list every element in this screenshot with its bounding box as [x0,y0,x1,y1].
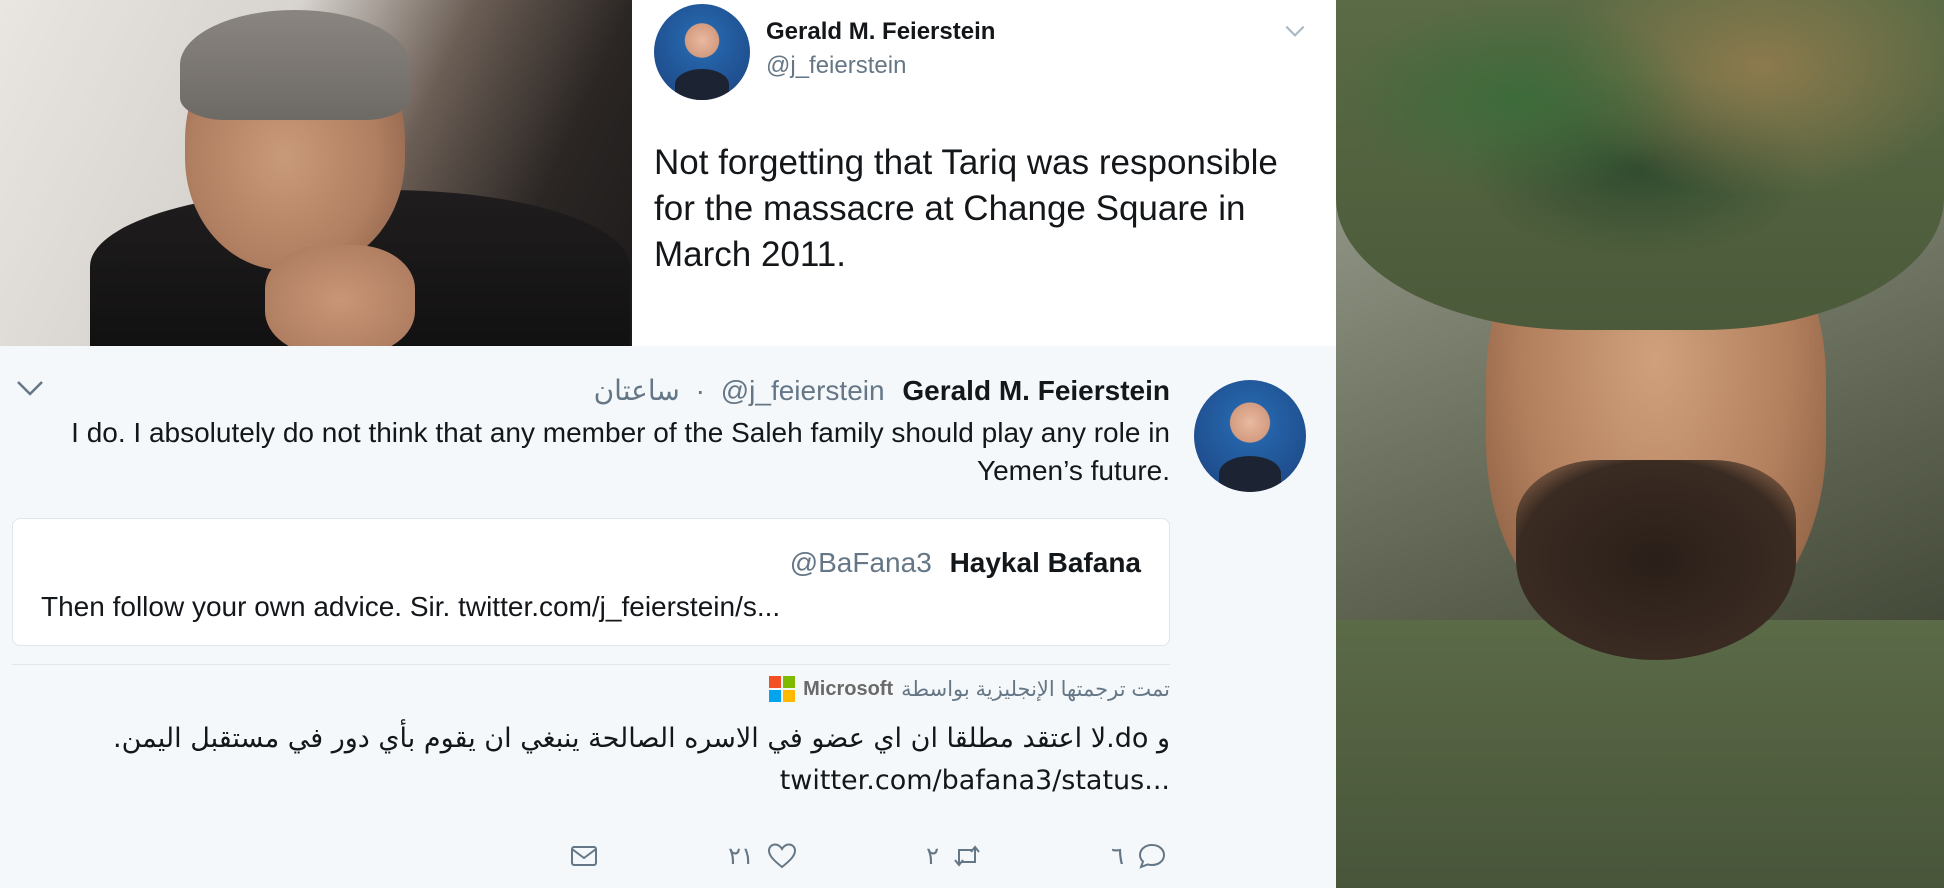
like-icon [767,843,796,869]
quoted-tweet[interactable]: @BaFana3 Haykal Bafana Then follow your … [12,518,1170,646]
microsoft-logo-icon [769,676,796,702]
like-count: ٢١ [728,842,754,870]
reply-button[interactable]: ٦ [1111,840,1168,872]
author-handle[interactable]: @j_feierstein [721,375,885,406]
separator: · [695,375,705,406]
tweet-timestamp[interactable]: ساعتان [594,375,680,406]
chevron-down-icon[interactable] [14,376,46,400]
quoted-author-handle: @BaFana3 [789,547,932,578]
tweet-header: ساعتان · @j_feierstein Gerald M. Feierst… [594,374,1170,408]
tweet-actions: ٢١ ٢ ٦ [568,836,1168,876]
photo-beard [1516,460,1796,660]
quoted-author-name: Haykal Bafana [949,547,1141,578]
tweet-text: Not forgetting that Tariq was responsibl… [654,143,1278,274]
photo-shirt [1336,620,1944,888]
photo-headscarf [1336,0,1944,330]
photo-gerald-feierstein [0,0,632,346]
reply-count: ٦ [1111,842,1124,870]
translation-attribution: Microsoft تمت ترجمتها الإنجليزية بواسطة [769,672,1170,706]
avatar[interactable] [654,4,750,100]
tweet-text: I do. I absolutely do not think that any… [71,417,1170,486]
retweet-count: ٢ [926,842,939,870]
retweet-button[interactable]: ٢ [926,840,983,872]
quoted-tweet-text: Then follow your own advice. Sir. twitte… [41,591,781,622]
message-button[interactable] [568,840,600,872]
translated-by-label: تمت ترجمتها الإنجليزية بواسطة [901,677,1170,701]
photo-hand [265,245,415,346]
photo-hair [180,10,410,120]
avatar[interactable] [1194,380,1306,492]
photo-tariq [1336,0,1944,888]
quoted-tweet-header: @BaFana3 Haykal Bafana [790,547,1141,579]
author-name[interactable]: Gerald M. Feierstein [892,375,1170,406]
reply-icon [1138,843,1165,869]
author-name[interactable]: Gerald M. Feierstein [766,18,995,46]
translator-brand: Microsoft [803,677,894,700]
retweet-icon [954,845,980,867]
message-icon [571,846,597,866]
author-handle[interactable]: @j_feierstein [766,52,906,80]
top-tweet-card: Gerald M. Feierstein @j_feierstein Not f… [632,0,1336,346]
divider [12,664,1170,665]
like-button[interactable]: ٢١ [728,840,798,872]
chevron-down-icon[interactable] [1282,18,1308,44]
reply-tweet-card: ساعتان · @j_feierstein Gerald M. Feierst… [0,346,1336,888]
translated-text: و do.لا اعتقد مطلقا ان اي عضو في الاسره … [113,723,1170,796]
